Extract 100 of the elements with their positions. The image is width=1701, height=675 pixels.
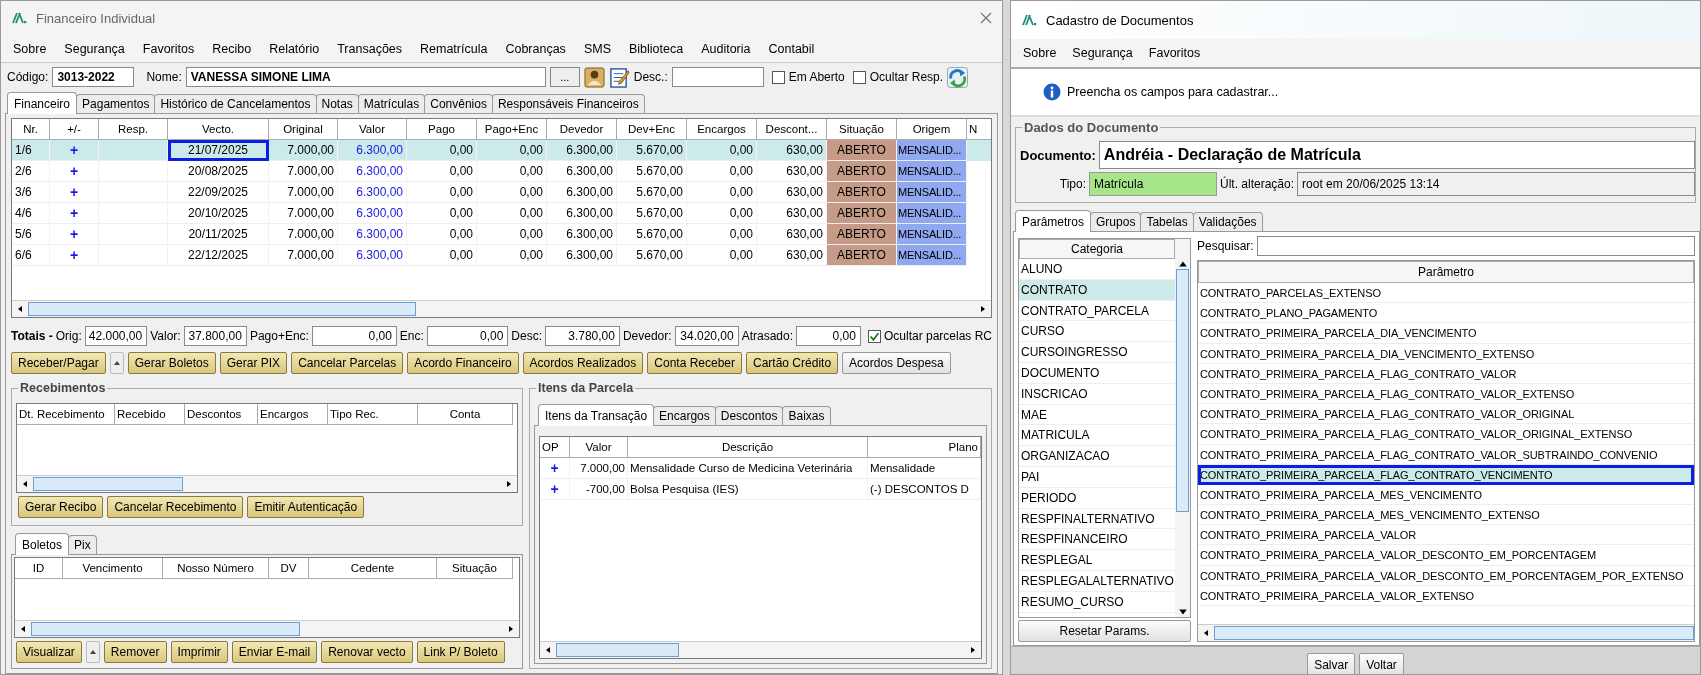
action-button[interactable]: Gerar Recibo xyxy=(18,496,104,519)
code-field[interactable]: 3013-2022 xyxy=(52,67,135,87)
action-button[interactable]: Link P/ Boleto xyxy=(416,641,505,663)
column-header[interactable]: Cedente xyxy=(309,558,437,580)
action-button[interactable]: Emitir Autenticação xyxy=(247,496,365,519)
horizontal-scrollbar[interactable] xyxy=(12,300,991,317)
tab[interactable]: Matrículas xyxy=(357,94,426,113)
lookup-button[interactable]: ... xyxy=(549,67,580,87)
tab[interactable]: Grupos xyxy=(1090,212,1142,231)
close-icon[interactable] xyxy=(980,12,992,24)
column-header[interactable]: Situação xyxy=(437,558,513,580)
column-header[interactable]: ID xyxy=(15,558,63,580)
tab[interactable]: Pagamentos xyxy=(76,94,156,113)
action-button[interactable]: Gerar PIX xyxy=(219,352,288,374)
tab[interactable]: Descontos xyxy=(714,406,784,425)
down-arrow-icon[interactable] xyxy=(1177,607,1188,617)
footer-button[interactable]: Voltar xyxy=(1359,653,1404,674)
document-field[interactable]: Andréia - Declaração de Matrícula xyxy=(1098,141,1695,169)
column-header[interactable]: Tipo Rec. xyxy=(328,404,418,425)
notepad-edit-icon[interactable] xyxy=(608,66,630,88)
tab[interactable]: Itens da Transação xyxy=(538,404,655,426)
column-header[interactable]: DV xyxy=(269,558,309,580)
column-header[interactable]: Conta xyxy=(418,404,513,425)
tab[interactable]: Tabelas xyxy=(1140,212,1194,231)
horizontal-scrollbar[interactable] xyxy=(17,475,517,493)
horizontal-scrollbar[interactable] xyxy=(1198,624,1694,641)
table-row[interactable]: 1/6 + 21/07/2025 7.000,00 6.300,00 0,00 0,00 6.300,00 5.670,00 0,00 630,00 ABERTO MENSALID... xyxy=(12,140,991,161)
column-header[interactable]: Vecto. xyxy=(168,119,269,140)
menu-item[interactable]: Auditoria xyxy=(701,41,751,56)
action-button[interactable]: Acordos Realizados xyxy=(522,352,644,374)
list-item[interactable]: CONTRATO xyxy=(1019,279,1175,301)
footer-button[interactable]: Salvar xyxy=(1307,653,1356,674)
list-item[interactable]: CONTRATO_PRIMEIRA_PARCELA_FLAG_CONTRATO_VALOR_SUBTRAINDO_CONVENIO xyxy=(1198,444,1694,465)
tab[interactable]: Convênios xyxy=(424,94,493,113)
menu-item[interactable]: Transações xyxy=(337,41,403,56)
tab[interactable]: Baixas xyxy=(782,406,831,425)
menu-item[interactable]: Contabil xyxy=(768,41,815,56)
list-item[interactable]: CONTRATO_PRIMEIRA_PARCELA_VALOR_DESCONTO_EM_PORCENTAGEM xyxy=(1198,545,1694,566)
action-button[interactable]: Cancelar Recebimento xyxy=(107,496,244,519)
column-header[interactable]: Descontos xyxy=(185,404,258,425)
menu-item[interactable]: Cobranças xyxy=(505,41,566,56)
menu-item[interactable]: Recibo xyxy=(212,41,252,56)
refresh-icon[interactable] xyxy=(947,66,969,88)
action-button[interactable]: Cancelar Parcelas xyxy=(291,352,404,374)
checkbox[interactable] xyxy=(771,70,785,84)
column-header[interactable]: Categoria xyxy=(1019,239,1175,259)
reset-button[interactable]: Resetar Params. xyxy=(1018,620,1191,642)
action-button[interactable]: Acordo Financeiro xyxy=(407,352,519,374)
action-button[interactable]: Visualizar xyxy=(16,641,82,663)
list-item[interactable]: CONTRATO_PRIMEIRA_PARCELA_FLAG_CONTRATO_VENCIMENTO xyxy=(1198,464,1694,485)
tab[interactable]: Histórico de Cancelamentos xyxy=(154,94,317,113)
person-card-icon[interactable] xyxy=(583,66,605,88)
menu-item[interactable]: Biblioteca xyxy=(628,41,684,56)
list-item[interactable]: CONTRATO_PRIMEIRA_PARCELA_VALOR xyxy=(1198,525,1694,546)
column-header[interactable]: Vencimento xyxy=(63,558,163,580)
up-arrow-icon[interactable] xyxy=(1177,259,1188,269)
list-item[interactable]: CONTRATO_PARCELAS_EXTENSO xyxy=(1198,283,1694,304)
column-header[interactable]: Nosso Número xyxy=(163,558,269,580)
search-field[interactable] xyxy=(1256,236,1695,256)
tab[interactable]: Encargos xyxy=(653,406,716,425)
tab[interactable]: Responsáveis Financeiros xyxy=(491,94,645,113)
tab[interactable]: Parâmetros xyxy=(1015,210,1092,232)
menu-item[interactable]: Sobre xyxy=(1023,46,1057,60)
vertical-scrollbar[interactable] xyxy=(1175,239,1190,617)
menu-item[interactable]: Sobre xyxy=(13,41,47,56)
menu-item[interactable]: Favoritos xyxy=(142,41,195,56)
list-item[interactable]: CONTRATO_PRIMEIRA_PARCELA_DIA_VENCIMENTO_EXTENSO xyxy=(1198,343,1694,364)
list-item[interactable]: CONTRATO_PRIMEIRA_PARCELA_FLAG_CONTRATO_VALOR xyxy=(1198,363,1694,384)
tab[interactable]: Financeiro xyxy=(7,92,78,114)
tab[interactable]: Notas xyxy=(315,94,359,113)
list-item[interactable]: CONTRATO_PRIMEIRA_PARCELA_FLAG_CONTRATO_VALOR_EXTENSO xyxy=(1198,383,1694,405)
tab[interactable]: Validações xyxy=(1192,212,1263,231)
menu-item[interactable]: Rematrícula xyxy=(420,41,488,56)
list-item[interactable]: CONTRATO_PRIMEIRA_PARCELA_FLAG_CONTRATO_VALOR_ORIGINAL xyxy=(1198,404,1694,425)
tab[interactable]: Boletos xyxy=(15,533,70,556)
column-header[interactable]: Parâmetro xyxy=(1198,261,1694,283)
list-item[interactable]: CONTRATO_PRIMEIRA_PARCELA_DIA_VENCIMENTO xyxy=(1198,323,1694,344)
up-arrow-button[interactable] xyxy=(109,352,124,374)
action-button[interactable]: Renovar vecto xyxy=(321,641,413,663)
horizontal-scrollbar[interactable] xyxy=(540,641,981,658)
list-item[interactable]: CONTRATO_PLANO_PAGAMENTO xyxy=(1198,303,1694,324)
action-button[interactable]: Cartão Crédito xyxy=(746,352,839,374)
menu-item[interactable]: Segurança xyxy=(1072,46,1133,60)
action-button[interactable]: Receber/Pagar xyxy=(11,352,106,374)
description-field[interactable] xyxy=(671,67,764,87)
menu-item[interactable]: Favoritos xyxy=(1148,46,1201,60)
name-field[interactable]: VANESSA SIMONE LIMA xyxy=(185,67,546,87)
menu-item[interactable]: SMS xyxy=(583,41,611,56)
checkbox[interactable] xyxy=(867,329,881,343)
list-item[interactable]: CONTRATO_PRIMEIRA_PARCELA_VALOR_DESCONTO_EM_PORCENTAGEM_POR_EXTENSO xyxy=(1198,565,1694,586)
action-button[interactable]: Imprimir xyxy=(170,641,228,663)
list-item[interactable]: CONTRATO_PRIMEIRA_PARCELA_MES_VENCIMENTO_EXTENSO xyxy=(1198,505,1694,526)
menu-item[interactable]: Segurança xyxy=(64,41,125,56)
horizontal-scrollbar[interactable] xyxy=(15,620,519,637)
action-button[interactable]: Gerar Boletos xyxy=(127,352,216,374)
action-button[interactable]: Acordos Despesa xyxy=(842,352,951,374)
list-item[interactable]: CONTRATO_PRIMEIRA_PARCELA_FLAG_CONTRATO_VALOR_ORIGINAL_EXTENSO xyxy=(1198,424,1694,445)
column-header[interactable]: Dt. Recebimento xyxy=(17,404,115,425)
up-arrow-button[interactable] xyxy=(85,641,100,663)
menu-item[interactable]: Relatório xyxy=(269,41,320,56)
